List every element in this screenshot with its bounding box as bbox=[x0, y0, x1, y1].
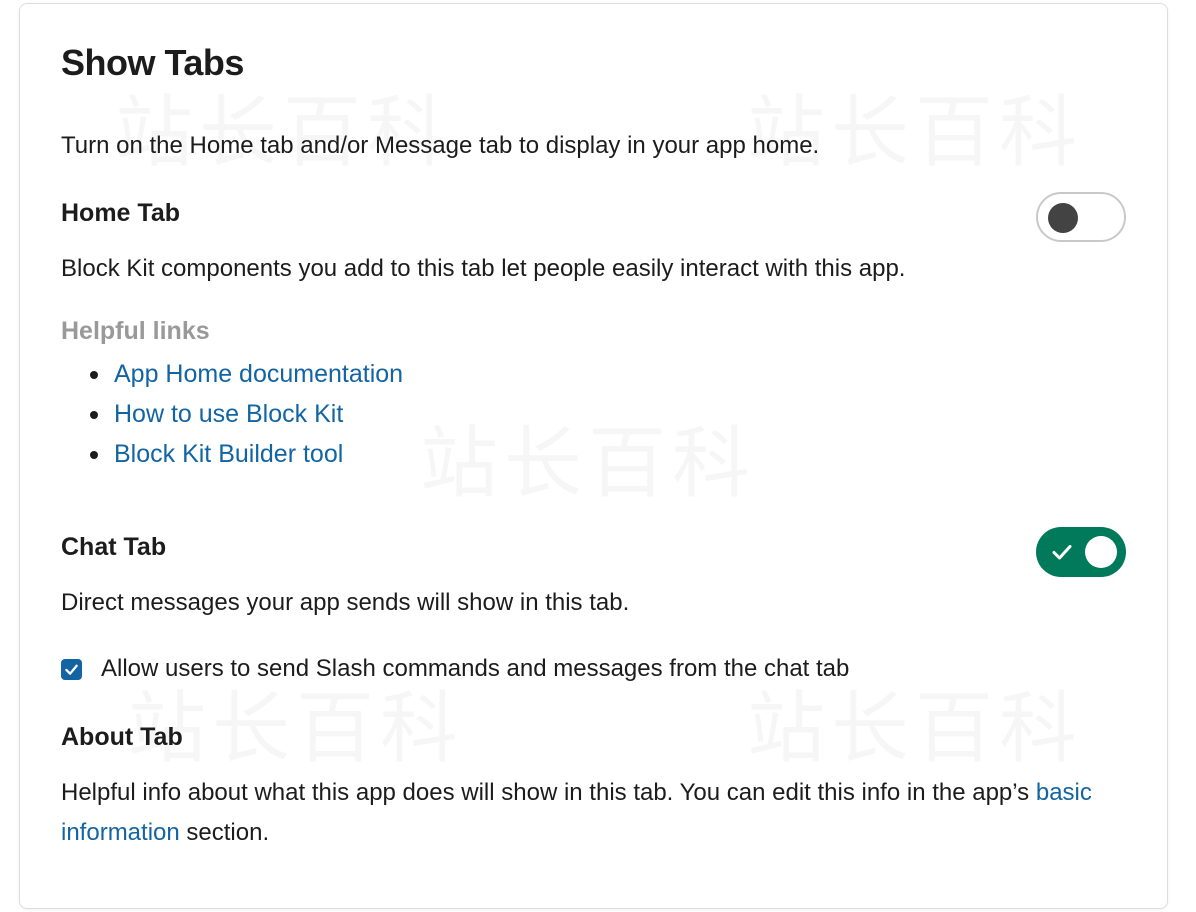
about-tab-description-text: Helpful info about what this app does wi… bbox=[61, 779, 1036, 806]
list-item: Block Kit Builder tool bbox=[88, 434, 403, 474]
toggle-knob bbox=[1085, 536, 1117, 568]
home-tab-toggle[interactable] bbox=[1036, 192, 1126, 242]
allow-slash-commands-row: Allow users to send Slash commands and m… bbox=[61, 649, 849, 689]
allow-slash-commands-checkbox[interactable] bbox=[61, 658, 82, 680]
about-tab-heading: About Tab bbox=[61, 723, 183, 751]
block-kit-builder-tool-link[interactable]: Block Kit Builder tool bbox=[114, 440, 343, 468]
chat-tab-heading: Chat Tab bbox=[61, 533, 167, 561]
chat-tab-description: Direct messages your app sends will show… bbox=[61, 589, 630, 616]
watermark: 站长百科 bbox=[420, 401, 756, 513]
toggle-knob bbox=[1048, 203, 1078, 233]
about-tab-description-suffix: section. bbox=[179, 819, 270, 846]
helpful-links-list: App Home documentation How to use Block … bbox=[88, 354, 403, 474]
allow-slash-commands-label[interactable]: Allow users to send Slash commands and m… bbox=[101, 655, 849, 683]
list-item: App Home documentation bbox=[88, 354, 403, 394]
app-home-documentation-link[interactable]: App Home documentation bbox=[114, 360, 403, 388]
about-tab-description: Helpful info about what this app does wi… bbox=[61, 773, 1101, 853]
home-tab-description: Block Kit components you add to this tab… bbox=[61, 255, 906, 282]
helpful-links-title: Helpful links bbox=[61, 317, 210, 345]
show-tabs-card: 站长百科 站长百科 站长百科 站长百科 站长百科 Show Tabs Turn … bbox=[19, 3, 1168, 909]
intro-text: Turn on the Home tab and/or Message tab … bbox=[61, 132, 820, 159]
how-to-use-block-kit-link[interactable]: How to use Block Kit bbox=[114, 400, 343, 428]
page-title: Show Tabs bbox=[61, 42, 244, 83]
checkmark-icon bbox=[65, 664, 78, 675]
list-item: How to use Block Kit bbox=[88, 394, 403, 434]
chat-tab-toggle[interactable] bbox=[1036, 527, 1126, 577]
home-tab-heading: Home Tab bbox=[61, 199, 180, 227]
checkmark-icon bbox=[1052, 545, 1072, 560]
